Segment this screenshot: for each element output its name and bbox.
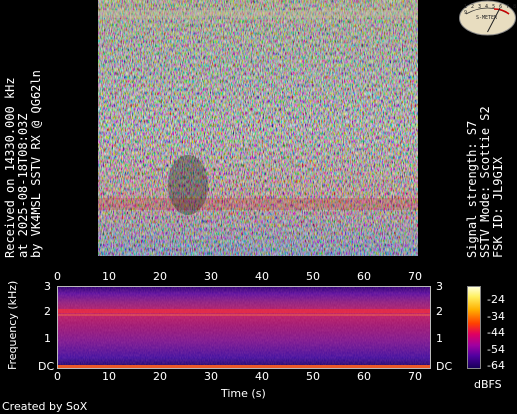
right-ytick-2: 2 bbox=[436, 305, 443, 318]
right-ytick-dc: DC bbox=[436, 360, 453, 373]
colorbar-tick-54: -54 bbox=[487, 343, 505, 356]
station-line: by VK4MSL SSTV RX @ QG62ln bbox=[29, 70, 43, 258]
bottom-tick-70: 70 bbox=[408, 370, 422, 383]
top-tick-30: 30 bbox=[204, 270, 218, 283]
s-meter-unit: S-METER bbox=[476, 15, 498, 21]
colorbar-tick-24: -24 bbox=[487, 293, 505, 306]
bottom-tick-10: 10 bbox=[102, 370, 116, 383]
created-by-credit: Created by SoX bbox=[2, 400, 88, 413]
bottom-tick-0: 0 bbox=[54, 370, 61, 383]
dbfs-colorbar bbox=[467, 286, 481, 369]
top-tick-20: 20 bbox=[153, 270, 167, 283]
colorbar-tick-64: -64 bbox=[487, 359, 505, 372]
reception-caption: Received on 14330.000 kHz at 2025-08-18T… bbox=[3, 70, 43, 258]
top-tick-70: 70 bbox=[408, 270, 422, 283]
left-ytick-dc: DC bbox=[38, 360, 55, 373]
top-tick-0: 0 bbox=[54, 270, 61, 283]
bottom-tick-60: 60 bbox=[357, 370, 371, 383]
right-ytick-3: 3 bbox=[436, 280, 443, 293]
colorbar-unit: dBFS bbox=[474, 378, 502, 391]
bottom-tick-30: 30 bbox=[204, 370, 218, 383]
top-tick-40: 40 bbox=[255, 270, 269, 283]
sstv-noise-canvas bbox=[98, 0, 418, 256]
signal-caption: Signal strength: S7 SSTV Mode: Scottie S… bbox=[465, 106, 505, 258]
s-meter-gauge: 1 2 3 4 5 6 7 8 9 S-METER bbox=[458, 0, 517, 36]
spectrogram-plot bbox=[57, 286, 431, 369]
fsk-id-line: FSK ID: JL9GIX bbox=[491, 156, 505, 258]
top-tick-50: 50 bbox=[306, 270, 320, 283]
spectrogram-canvas bbox=[58, 287, 430, 368]
right-ytick-1: 1 bbox=[436, 332, 443, 345]
bottom-tick-50: 50 bbox=[306, 370, 320, 383]
bottom-tick-40: 40 bbox=[255, 370, 269, 383]
bottom-tick-20: 20 bbox=[153, 370, 167, 383]
top-tick-10: 10 bbox=[102, 270, 116, 283]
sstv-image bbox=[98, 0, 418, 256]
top-tick-60: 60 bbox=[357, 270, 371, 283]
left-ytick-3: 3 bbox=[44, 280, 51, 293]
colorbar-tick-44: -44 bbox=[487, 326, 505, 339]
left-ytick-2: 2 bbox=[44, 305, 51, 318]
x-axis-title: Time (s) bbox=[221, 387, 266, 400]
colorbar-tick-34: -34 bbox=[487, 310, 505, 323]
left-ytick-1: 1 bbox=[44, 332, 51, 345]
y-axis-title: Frequency (kHz) bbox=[6, 280, 19, 370]
